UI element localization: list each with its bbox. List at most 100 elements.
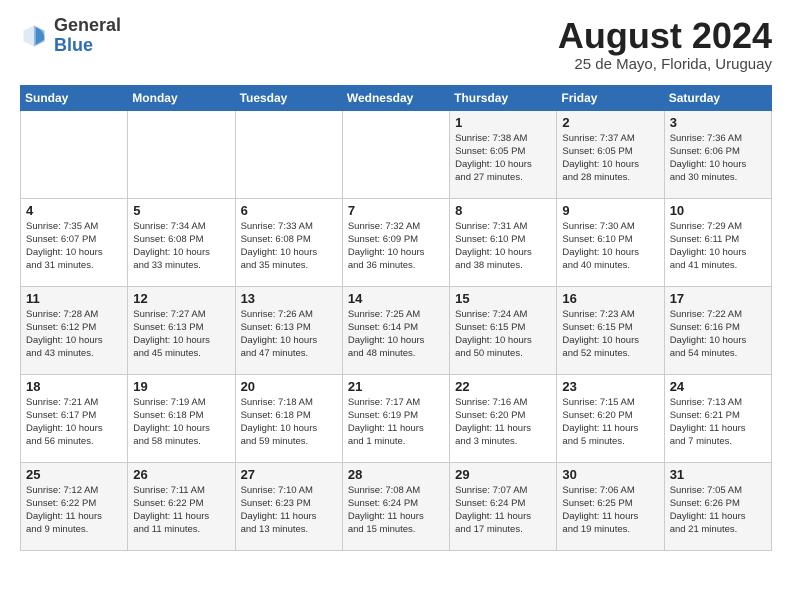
day-number: 10 <box>670 203 766 218</box>
day-number: 5 <box>133 203 229 218</box>
calendar-cell: 21 Sunrise: 7:17 AM Sunset: 6:19 PM Dayli… <box>342 374 449 462</box>
calendar-cell: 16 Sunrise: 7:23 AM Sunset: 6:15 PM Dayli… <box>557 286 664 374</box>
calendar-cell: 5 Sunrise: 7:34 AM Sunset: 6:08 PM Daylig… <box>128 198 235 286</box>
calendar-cell: 29 Sunrise: 7:07 AM Sunset: 6:24 PM Dayli… <box>450 462 557 550</box>
day-info: Sunrise: 7:23 AM Sunset: 6:15 PM Dayligh… <box>562 308 658 361</box>
header-day-tuesday: Tuesday <box>235 85 342 110</box>
day-info: Sunrise: 7:08 AM Sunset: 6:24 PM Dayligh… <box>348 484 444 537</box>
day-info: Sunrise: 7:15 AM Sunset: 6:20 PM Dayligh… <box>562 396 658 449</box>
title-block: August 2024 25 de Mayo, Florida, Uruguay <box>558 16 772 73</box>
day-number: 15 <box>455 291 551 306</box>
day-number: 16 <box>562 291 658 306</box>
day-number: 26 <box>133 467 229 482</box>
header-day-monday: Monday <box>128 85 235 110</box>
day-info: Sunrise: 7:16 AM Sunset: 6:20 PM Dayligh… <box>455 396 551 449</box>
day-info: Sunrise: 7:34 AM Sunset: 6:08 PM Dayligh… <box>133 220 229 273</box>
day-info: Sunrise: 7:11 AM Sunset: 6:22 PM Dayligh… <box>133 484 229 537</box>
day-info: Sunrise: 7:36 AM Sunset: 6:06 PM Dayligh… <box>670 132 766 185</box>
logo-text: GeneralBlue <box>54 16 121 56</box>
calendar-cell: 10 Sunrise: 7:29 AM Sunset: 6:11 PM Dayli… <box>664 198 771 286</box>
calendar-cell: 22 Sunrise: 7:16 AM Sunset: 6:20 PM Dayli… <box>450 374 557 462</box>
day-number: 4 <box>26 203 122 218</box>
calendar-cell: 14 Sunrise: 7:25 AM Sunset: 6:14 PM Dayli… <box>342 286 449 374</box>
day-number: 20 <box>241 379 337 394</box>
day-number: 23 <box>562 379 658 394</box>
day-number: 8 <box>455 203 551 218</box>
day-info: Sunrise: 7:24 AM Sunset: 6:15 PM Dayligh… <box>455 308 551 361</box>
day-info: Sunrise: 7:29 AM Sunset: 6:11 PM Dayligh… <box>670 220 766 273</box>
header-day-thursday: Thursday <box>450 85 557 110</box>
calendar-cell: 12Sunrise: 7:27 AM Sunset: 6:13 PM Dayli… <box>128 286 235 374</box>
day-info: Sunrise: 7:06 AM Sunset: 6:25 PM Dayligh… <box>562 484 658 537</box>
day-info: Sunrise: 7:07 AM Sunset: 6:24 PM Dayligh… <box>455 484 551 537</box>
day-number: 18 <box>26 379 122 394</box>
header-day-friday: Friday <box>557 85 664 110</box>
day-number: 1 <box>455 115 551 130</box>
day-info: Sunrise: 7:32 AM Sunset: 6:09 PM Dayligh… <box>348 220 444 273</box>
calendar-cell: 26 Sunrise: 7:11 AM Sunset: 6:22 PM Dayli… <box>128 462 235 550</box>
day-number: 30 <box>562 467 658 482</box>
day-number: 3 <box>670 115 766 130</box>
calendar-cell: 25 Sunrise: 7:12 AM Sunset: 6:22 PM Dayli… <box>21 462 128 550</box>
day-info: Sunrise: 7:37 AM Sunset: 6:05 PM Dayligh… <box>562 132 658 185</box>
calendar-cell: 28 Sunrise: 7:08 AM Sunset: 6:24 PM Dayli… <box>342 462 449 550</box>
day-number: 12 <box>133 291 229 306</box>
month-title: August 2024 <box>558 16 772 56</box>
calendar-cell: 15 Sunrise: 7:24 AM Sunset: 6:15 PM Dayli… <box>450 286 557 374</box>
week-row-4: 18 Sunrise: 7:21 AM Sunset: 6:17 PM Dayli… <box>21 374 772 462</box>
day-info: Sunrise: 7:18 AM Sunset: 6:18 PM Dayligh… <box>241 396 337 449</box>
calendar-cell: 17Sunrise: 7:22 AM Sunset: 6:16 PM Dayli… <box>664 286 771 374</box>
calendar-cell: 19 Sunrise: 7:19 AM Sunset: 6:18 PM Dayli… <box>128 374 235 462</box>
calendar-cell: 7 Sunrise: 7:32 AM Sunset: 6:09 PM Daylig… <box>342 198 449 286</box>
calendar-cell: 18 Sunrise: 7:21 AM Sunset: 6:17 PM Dayli… <box>21 374 128 462</box>
day-number: 27 <box>241 467 337 482</box>
header-row: SundayMondayTuesdayWednesdayThursdayFrid… <box>21 85 772 110</box>
calendar-cell: 30 Sunrise: 7:06 AM Sunset: 6:25 PM Dayli… <box>557 462 664 550</box>
day-info: Sunrise: 7:10 AM Sunset: 6:23 PM Dayligh… <box>241 484 337 537</box>
calendar-cell: 8 Sunrise: 7:31 AM Sunset: 6:10 PM Daylig… <box>450 198 557 286</box>
day-number: 24 <box>670 379 766 394</box>
day-number: 2 <box>562 115 658 130</box>
day-number: 28 <box>348 467 444 482</box>
header-day-saturday: Saturday <box>664 85 771 110</box>
calendar-cell: 2 Sunrise: 7:37 AM Sunset: 6:05 PM Daylig… <box>557 110 664 198</box>
day-number: 25 <box>26 467 122 482</box>
week-row-2: 4Sunrise: 7:35 AM Sunset: 6:07 PM Daylig… <box>21 198 772 286</box>
header-day-wednesday: Wednesday <box>342 85 449 110</box>
calendar-cell <box>21 110 128 198</box>
day-info: Sunrise: 7:30 AM Sunset: 6:10 PM Dayligh… <box>562 220 658 273</box>
calendar-cell: 4Sunrise: 7:35 AM Sunset: 6:07 PM Daylig… <box>21 198 128 286</box>
calendar-table: SundayMondayTuesdayWednesdayThursdayFrid… <box>20 85 772 551</box>
day-info: Sunrise: 7:19 AM Sunset: 6:18 PM Dayligh… <box>133 396 229 449</box>
week-row-5: 25 Sunrise: 7:12 AM Sunset: 6:22 PM Dayli… <box>21 462 772 550</box>
calendar-cell: 1 Sunrise: 7:38 AM Sunset: 6:05 PM Daylig… <box>450 110 557 198</box>
day-info: Sunrise: 7:38 AM Sunset: 6:05 PM Dayligh… <box>455 132 551 185</box>
calendar-cell: 9 Sunrise: 7:30 AM Sunset: 6:10 PM Daylig… <box>557 198 664 286</box>
day-number: 29 <box>455 467 551 482</box>
day-number: 17 <box>670 291 766 306</box>
day-info: Sunrise: 7:25 AM Sunset: 6:14 PM Dayligh… <box>348 308 444 361</box>
logo: GeneralBlue <box>20 16 121 56</box>
day-info: Sunrise: 7:17 AM Sunset: 6:19 PM Dayligh… <box>348 396 444 449</box>
calendar-cell: 6Sunrise: 7:33 AM Sunset: 6:08 PM Daylig… <box>235 198 342 286</box>
calendar-cell: 20 Sunrise: 7:18 AM Sunset: 6:18 PM Dayli… <box>235 374 342 462</box>
calendar-cell <box>128 110 235 198</box>
day-info: Sunrise: 7:21 AM Sunset: 6:17 PM Dayligh… <box>26 396 122 449</box>
day-info: Sunrise: 7:12 AM Sunset: 6:22 PM Dayligh… <box>26 484 122 537</box>
calendar-cell: 23 Sunrise: 7:15 AM Sunset: 6:20 PM Dayli… <box>557 374 664 462</box>
calendar-cell: 24Sunrise: 7:13 AM Sunset: 6:21 PM Dayli… <box>664 374 771 462</box>
day-number: 11 <box>26 291 122 306</box>
day-number: 14 <box>348 291 444 306</box>
day-number: 19 <box>133 379 229 394</box>
calendar-cell: 11Sunrise: 7:28 AM Sunset: 6:12 PM Dayli… <box>21 286 128 374</box>
calendar-cell <box>235 110 342 198</box>
day-number: 21 <box>348 379 444 394</box>
week-row-3: 11Sunrise: 7:28 AM Sunset: 6:12 PM Dayli… <box>21 286 772 374</box>
day-info: Sunrise: 7:26 AM Sunset: 6:13 PM Dayligh… <box>241 308 337 361</box>
day-number: 9 <box>562 203 658 218</box>
day-info: Sunrise: 7:31 AM Sunset: 6:10 PM Dayligh… <box>455 220 551 273</box>
calendar-cell: 31Sunrise: 7:05 AM Sunset: 6:26 PM Dayli… <box>664 462 771 550</box>
day-number: 22 <box>455 379 551 394</box>
calendar-cell: 3 Sunrise: 7:36 AM Sunset: 6:06 PM Daylig… <box>664 110 771 198</box>
day-number: 7 <box>348 203 444 218</box>
